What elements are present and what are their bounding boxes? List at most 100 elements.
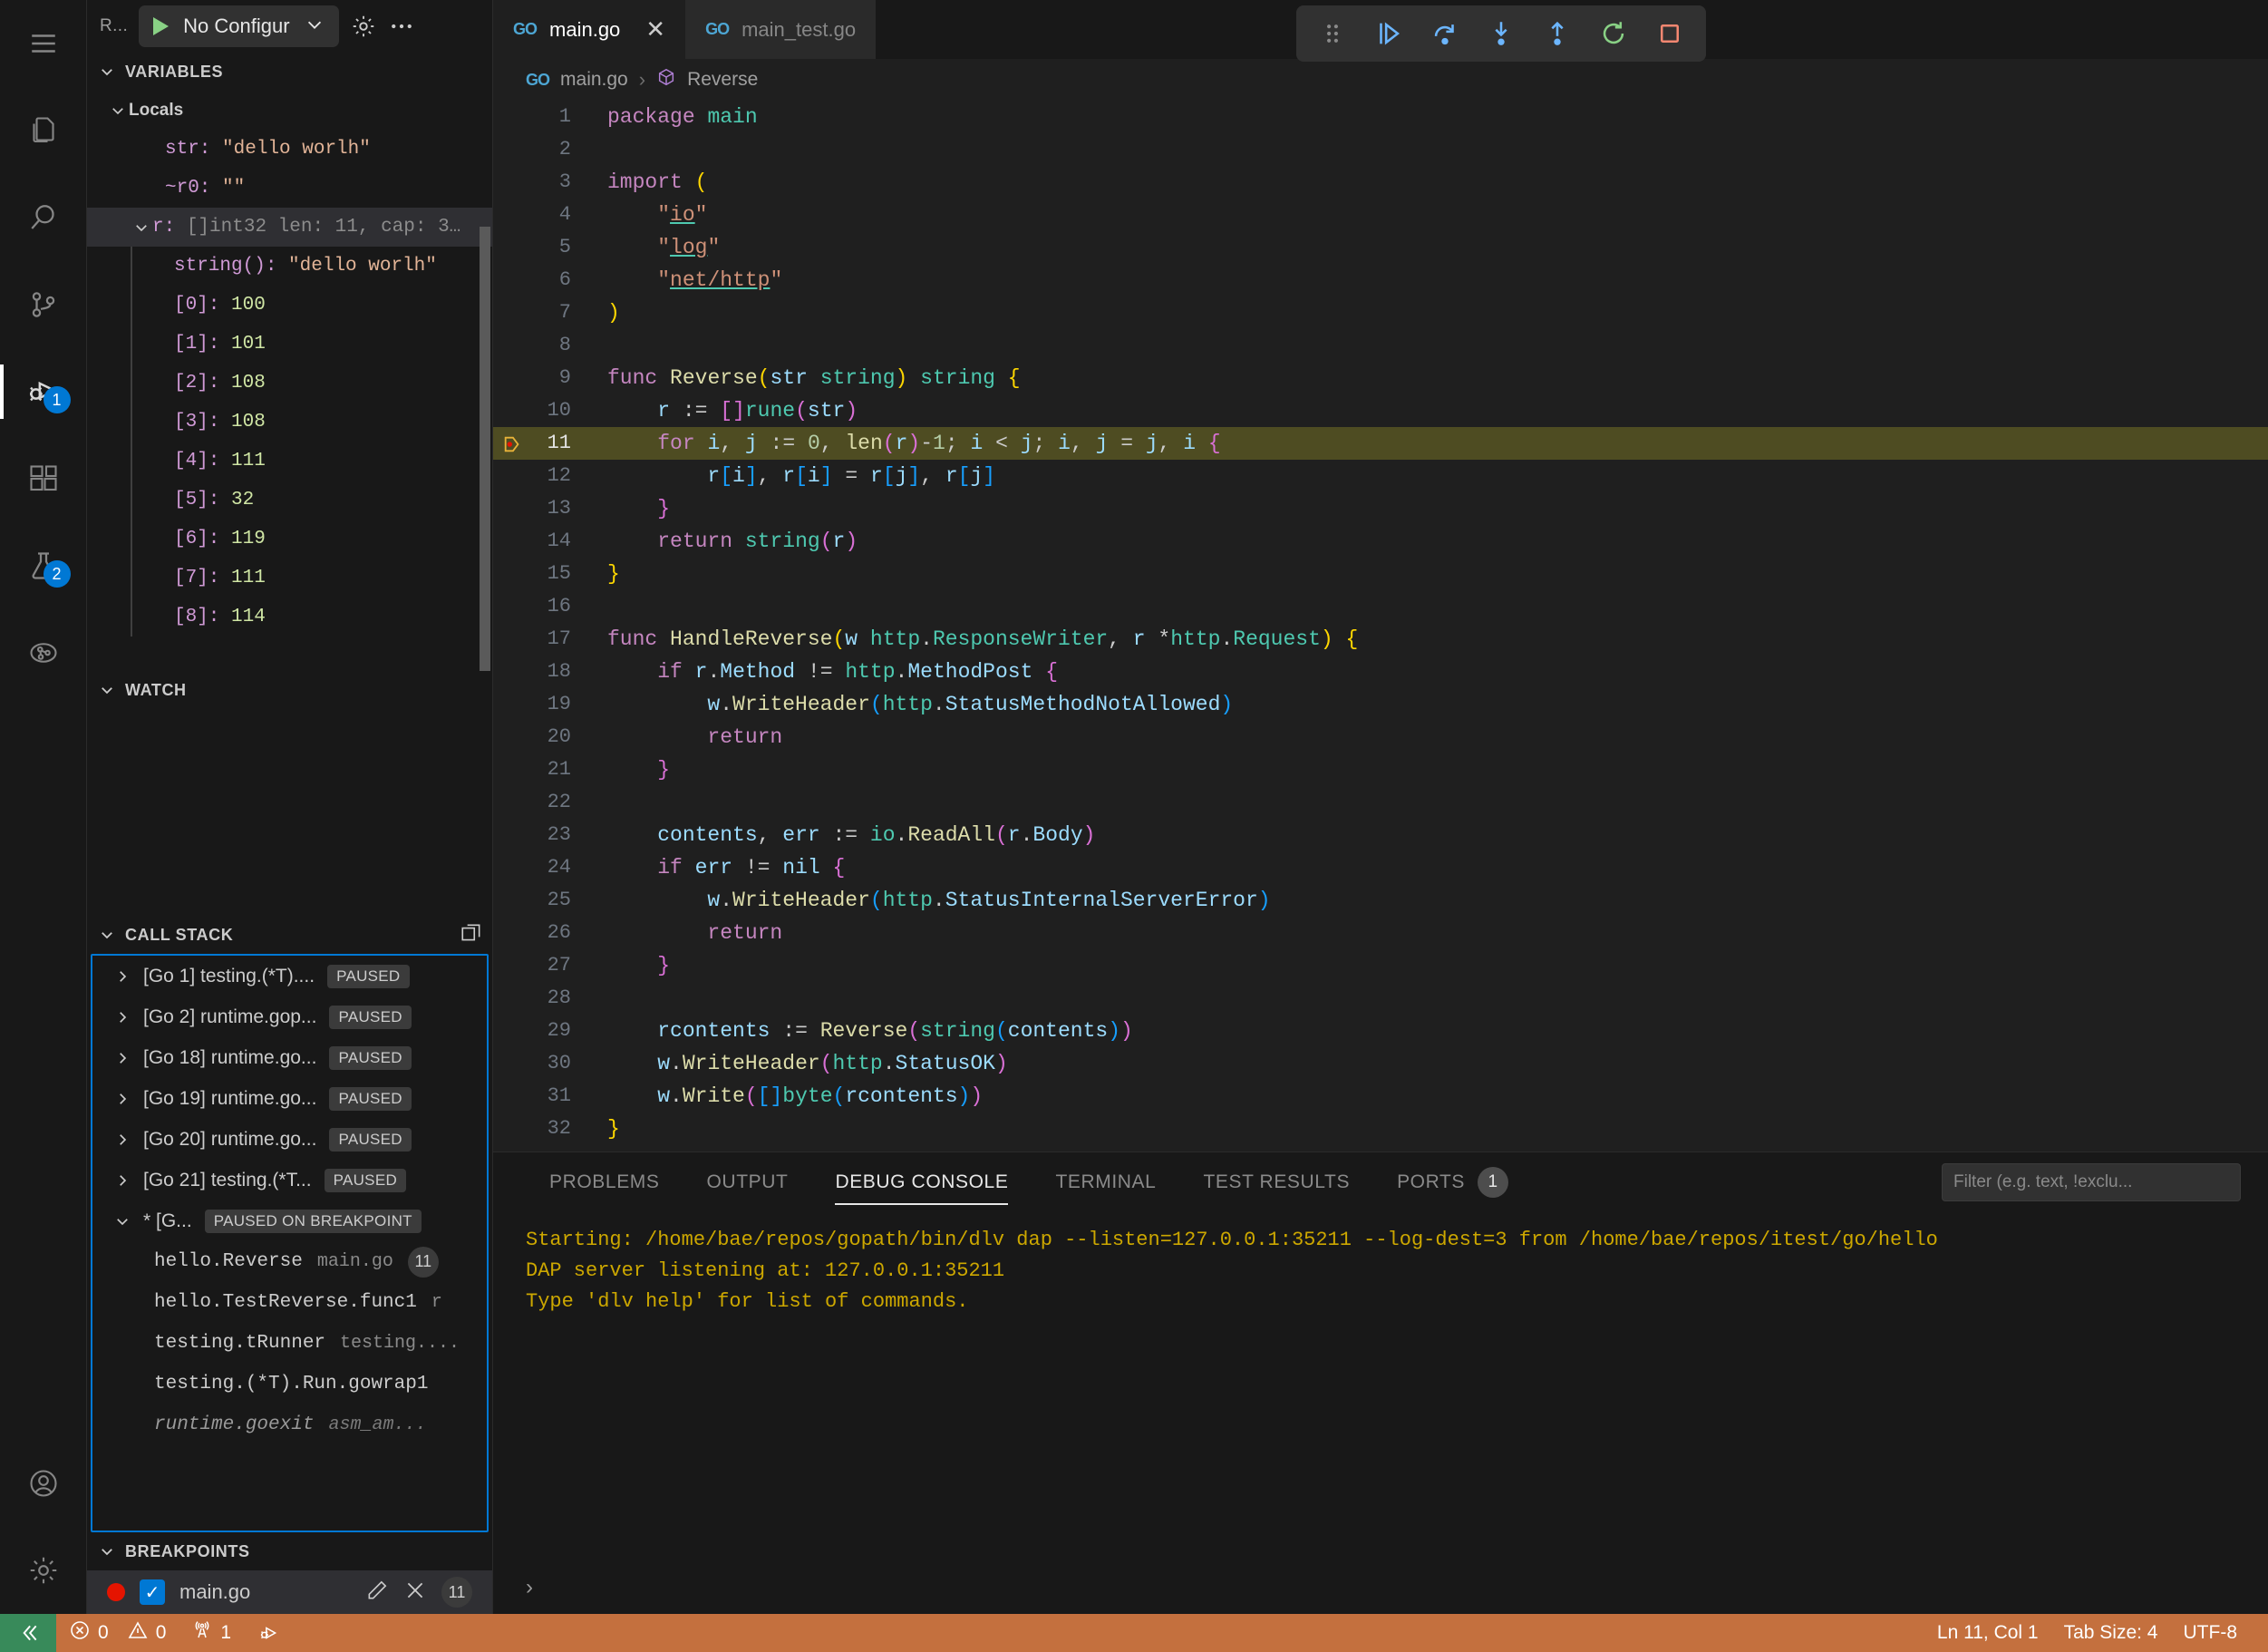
variable-row[interactable]: [8]: 114 xyxy=(132,598,492,637)
variable-row[interactable]: [4]: 111 xyxy=(132,442,492,481)
chevron-right-icon[interactable] xyxy=(114,1009,131,1025)
watch-empty-area[interactable] xyxy=(87,709,492,916)
code-line[interactable]: 21 } xyxy=(493,753,2268,786)
code-line[interactable]: 12 r[i], r[i] = r[j], r[j] xyxy=(493,460,2268,492)
callstack-thread-row[interactable]: [Go 2] runtime.gop... PAUSED xyxy=(92,996,487,1037)
start-debugging-icon[interactable] xyxy=(153,17,170,35)
variables-scrollbar[interactable] xyxy=(480,227,490,671)
status-cursor-position[interactable]: Ln 11, Col 1 xyxy=(1924,1614,2051,1652)
code-line[interactable]: 19 w.WriteHeader(http.StatusMethodNotAll… xyxy=(493,688,2268,721)
chevron-down-icon[interactable] xyxy=(131,219,152,236)
debug-console-output[interactable]: Starting: /home/bae/repos/gopath/bin/dlv… xyxy=(493,1212,2268,1561)
code-line[interactable]: 23 contents, err := io.ReadAll(r.Body) xyxy=(493,819,2268,851)
extensions-icon[interactable] xyxy=(0,435,87,522)
collapse-all-icon[interactable] xyxy=(460,921,483,949)
code-line[interactable]: 9 func Reverse(str string) string { xyxy=(493,362,2268,394)
breadcrumb-file[interactable]: main.go xyxy=(560,69,628,91)
code-line[interactable]: 4 "io" xyxy=(493,199,2268,231)
status-errors-warnings[interactable]: 0 0 xyxy=(56,1614,179,1652)
debug-configuration-dropdown[interactable]: No Configur xyxy=(139,5,339,47)
callstack-thread-row[interactable]: [Go 19] runtime.go... PAUSED xyxy=(92,1078,487,1119)
callstack-thread-row[interactable]: [Go 18] runtime.go... PAUSED xyxy=(92,1037,487,1078)
menu-icon[interactable] xyxy=(0,0,87,87)
edit-pencil-icon[interactable] xyxy=(365,1579,389,1607)
callstack-thread-row[interactable]: [Go 21] testing.(*T... PAUSED xyxy=(92,1160,487,1200)
testing-icon[interactable]: 2 xyxy=(0,522,87,609)
drag-handle-icon[interactable] xyxy=(1309,10,1356,57)
code-line[interactable]: 14 return string(r) xyxy=(493,525,2268,558)
callstack-thread-row-active[interactable]: * [G... PAUSED ON BREAKPOINT xyxy=(92,1200,487,1241)
code-line[interactable]: 25 w.WriteHeader(http.StatusInternalServ… xyxy=(493,884,2268,917)
variable-row[interactable]: [0]: 100 xyxy=(132,286,492,325)
chevron-right-icon[interactable] xyxy=(114,1172,131,1189)
step-out-icon[interactable] xyxy=(1534,10,1581,57)
tab-ports[interactable]: PORTS 1 xyxy=(1373,1152,1532,1212)
status-encoding[interactable]: UTF-8 xyxy=(2171,1614,2268,1652)
restart-icon[interactable] xyxy=(1590,10,1637,57)
chevron-right-icon[interactable] xyxy=(114,1132,131,1148)
code-line[interactable]: 3 import ( xyxy=(493,166,2268,199)
code-line[interactable]: 27 } xyxy=(493,949,2268,982)
tab-main-test-go[interactable]: GO main_test.go xyxy=(685,0,877,59)
variable-row[interactable]: ~r0: "" xyxy=(87,169,492,208)
close-icon[interactable] xyxy=(403,1579,427,1607)
variable-row[interactable]: str: "dello worlh" xyxy=(87,130,492,169)
code-line[interactable]: 28 xyxy=(493,982,2268,1015)
callstack-frame[interactable]: hello.Reverse main.go 11 xyxy=(92,1241,487,1282)
code-line[interactable]: 8 xyxy=(493,329,2268,362)
more-actions-icon[interactable] xyxy=(388,13,415,40)
accounts-icon[interactable] xyxy=(0,1440,87,1527)
tab-terminal[interactable]: TERMINAL xyxy=(1032,1152,1179,1212)
callstack-pane-header[interactable]: CALL STACK xyxy=(87,916,492,954)
chevron-right-icon[interactable] xyxy=(114,968,131,985)
code-line[interactable]: 18 if r.Method != http.MethodPost { xyxy=(493,656,2268,688)
variables-tree[interactable]: Locals str: "dello worlh" ~r0: "" r: []i… xyxy=(87,91,492,671)
code-line[interactable]: 5 "log" xyxy=(493,231,2268,264)
code-line[interactable]: 6 "net/http" xyxy=(493,264,2268,296)
callstack-frame[interactable]: testing.(*T).Run.gowrap1 xyxy=(92,1364,487,1404)
chevron-down-icon[interactable] xyxy=(114,1213,131,1229)
code-line[interactable]: 26 return xyxy=(493,917,2268,949)
status-debug-launch[interactable] xyxy=(244,1614,293,1652)
step-over-icon[interactable] xyxy=(1421,10,1468,57)
continue-icon[interactable] xyxy=(1365,10,1412,57)
code-editor[interactable]: 1 package main 2 3 import (4 "io" 5 "log" 6 "… xyxy=(493,101,2268,1152)
callstack-thread-row[interactable]: [Go 20] runtime.go... PAUSED xyxy=(92,1119,487,1160)
explorer-icon[interactable] xyxy=(0,87,87,174)
code-line[interactable]: 31 w.Write([]byte(rcontents)) xyxy=(493,1080,2268,1113)
sidebar-item-run-and-debug[interactable]: 1 xyxy=(0,348,87,435)
variable-row[interactable]: [7]: 111 xyxy=(132,559,492,598)
code-line[interactable]: 1 package main xyxy=(493,101,2268,133)
remote-window-indicator[interactable] xyxy=(0,1614,56,1652)
variable-row[interactable]: [2]: 108 xyxy=(132,364,492,403)
breakpoint-row[interactable]: ✓ main.go 11 xyxy=(87,1570,492,1614)
tab-output[interactable]: OUTPUT xyxy=(683,1152,812,1212)
code-line[interactable]: 20 return xyxy=(493,721,2268,753)
filter-input[interactable]: Filter (e.g. text, !exclu... xyxy=(1942,1163,2241,1201)
callstack-frame[interactable]: runtime.goexit asm_am... xyxy=(92,1404,487,1445)
remote-explorer-icon[interactable] xyxy=(0,609,87,696)
debug-console-input[interactable]: › xyxy=(493,1561,2268,1614)
variables-group-locals[interactable]: Locals xyxy=(87,91,492,130)
variable-row[interactable]: [3]: 108 xyxy=(132,403,492,442)
variable-row[interactable]: [6]: 119 xyxy=(132,520,492,559)
status-tab-size[interactable]: Tab Size: 4 xyxy=(2051,1614,2171,1652)
code-line[interactable]: 11 for i, j := 0, len(r)-1; i < j; i, j … xyxy=(493,427,2268,460)
variable-row-expandable[interactable]: r: []int32 len: 11, cap: 3… xyxy=(87,208,492,247)
callstack-thread-row[interactable]: [Go 1] testing.(*T).... PAUSED xyxy=(92,956,487,996)
code-line[interactable]: 22 xyxy=(493,786,2268,819)
breadcrumb-symbol[interactable]: Reverse xyxy=(687,69,758,91)
breakpoint-marker-icon[interactable] xyxy=(502,433,522,453)
chevron-right-icon[interactable] xyxy=(114,1091,131,1107)
debug-settings-gear-icon[interactable] xyxy=(350,13,377,40)
variable-row[interactable]: string(): "dello worlh" xyxy=(132,247,492,286)
code-line[interactable]: 10 r := []rune(str) xyxy=(493,394,2268,427)
code-line[interactable]: 7) xyxy=(493,296,2268,329)
variables-pane-header[interactable]: VARIABLES xyxy=(87,53,492,91)
code-line[interactable]: 17 func HandleReverse(w http.ResponseWrit… xyxy=(493,623,2268,656)
callstack-frame[interactable]: hello.TestReverse.func1 r xyxy=(92,1282,487,1323)
callstack-frame[interactable]: testing.tRunner testing.... xyxy=(92,1323,487,1364)
tab-test-results[interactable]: TEST RESULTS xyxy=(1179,1152,1373,1212)
breakpoints-pane-header[interactable]: BREAKPOINTS xyxy=(87,1532,492,1570)
tab-debug-console[interactable]: DEBUG CONSOLE xyxy=(811,1152,1032,1212)
